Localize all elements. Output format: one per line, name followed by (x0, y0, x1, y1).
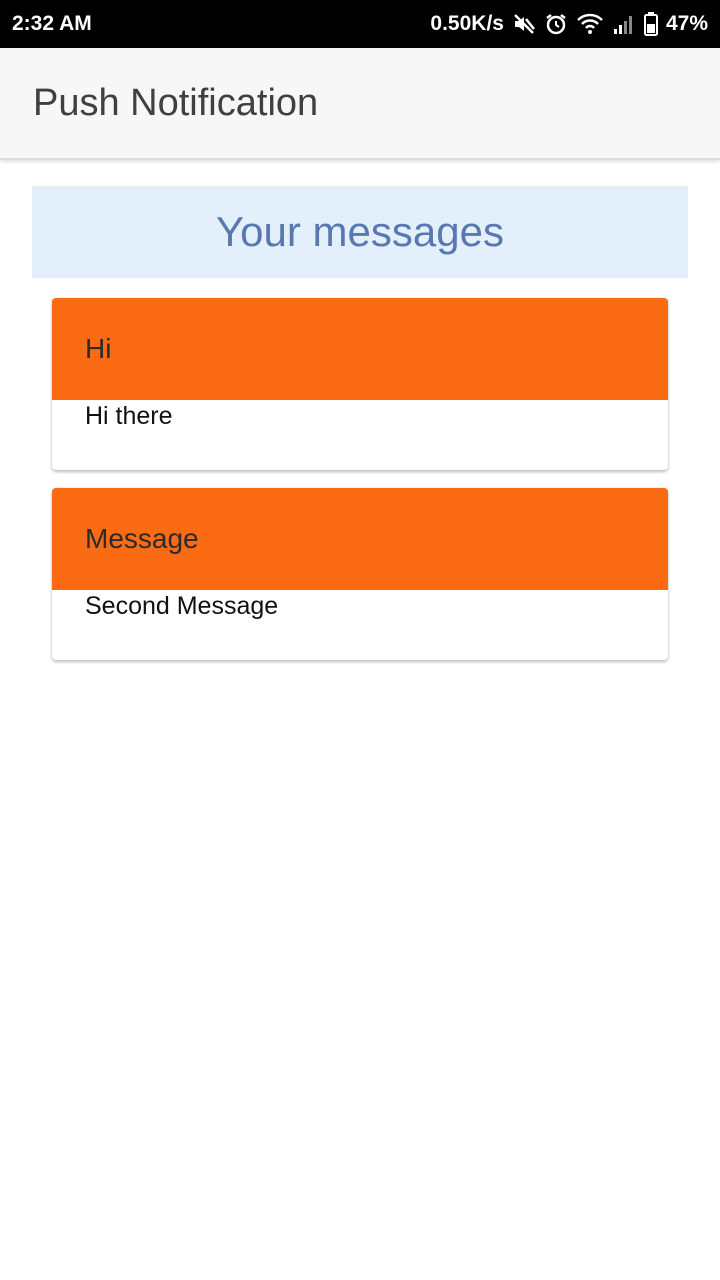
messages-banner: Your messages (32, 186, 688, 278)
message-card-body: Hi there (52, 400, 668, 431)
battery-percent: 47% (665, 12, 708, 35)
status-time: 2:32 AM (12, 12, 92, 35)
message-card[interactable]: Message Second Message (52, 488, 668, 660)
wifi-icon (576, 13, 604, 35)
status-bar: 2:32 AM 0.50K/s 47% (0, 0, 720, 48)
message-title: Hi (85, 333, 112, 364)
banner-title: Your messages (216, 208, 504, 255)
message-body: Hi there (85, 402, 173, 430)
message-card[interactable]: Hi Hi there (52, 298, 668, 470)
alarm-icon (544, 12, 568, 36)
message-title: Message (85, 523, 199, 554)
battery-icon (643, 12, 658, 36)
status-icons: 0.50K/s 47% (430, 12, 708, 36)
app-bar: Push Notification (0, 48, 720, 160)
message-card-body: Second Message (52, 590, 668, 621)
message-body: Second Message (85, 592, 279, 620)
message-card-header: Hi (52, 298, 668, 400)
app-title: Push Notification (33, 81, 319, 124)
mute-icon (512, 12, 536, 36)
signal-icon (612, 13, 636, 35)
network-speed: 0.50K/s (430, 12, 504, 35)
message-card-header: Message (52, 488, 668, 590)
